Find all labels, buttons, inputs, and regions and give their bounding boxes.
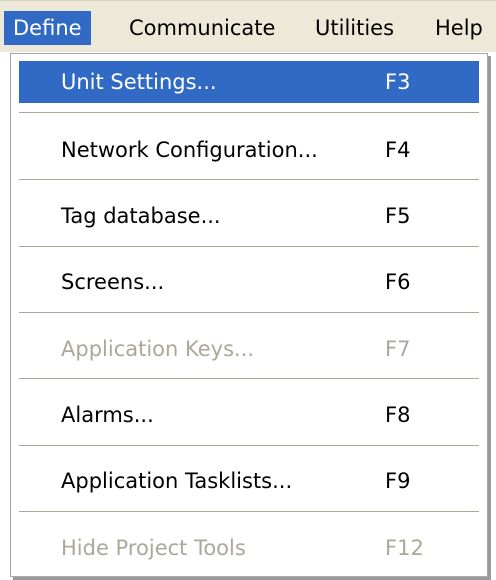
menu-help[interactable]: Help (426, 11, 492, 45)
menu-item-shortcut: F8 (385, 403, 411, 427)
menu-item-label: Unit Settings... (61, 70, 217, 94)
menu-item-hide-project-tools: Hide Project Tools F12 (19, 527, 479, 569)
menu-item-label: Application Keys... (61, 337, 255, 361)
menu-separator (19, 246, 479, 247)
define-dropdown-menu: Unit Settings... F3 Network Configuratio… (10, 53, 488, 577)
menu-separator (19, 511, 479, 512)
menu-item-shortcut: F12 (385, 536, 424, 560)
menu-item-network-configuration[interactable]: Network Configuration... F4 (19, 129, 479, 171)
menu-separator (19, 179, 479, 180)
menu-define[interactable]: Define (4, 11, 91, 45)
menu-item-application-tasklists[interactable]: Application Tasklists... F9 (19, 460, 479, 502)
menu-item-label: Screens... (61, 270, 165, 294)
menu-bar: Define Communicate Utilities Help (0, 0, 496, 52)
menu-separator (19, 378, 479, 379)
menu-item-shortcut: F4 (385, 138, 411, 162)
menu-item-label: Application Tasklists... (61, 469, 293, 493)
menu-item-shortcut: F9 (385, 469, 411, 493)
menu-item-label: Alarms... (61, 403, 154, 427)
menu-item-alarms[interactable]: Alarms... F8 (19, 394, 479, 436)
menu-communicate[interactable]: Communicate (120, 11, 284, 45)
menu-item-label: Network Configuration... (61, 138, 318, 162)
menu-item-screens[interactable]: Screens... F6 (19, 261, 479, 303)
menu-item-shortcut: F6 (385, 270, 411, 294)
menu-item-unit-settings[interactable]: Unit Settings... F3 (19, 61, 479, 103)
menu-item-shortcut: F5 (385, 204, 411, 228)
menu-item-tag-database[interactable]: Tag database... F5 (19, 195, 479, 237)
menu-separator (19, 312, 479, 313)
menu-item-application-keys: Application Keys... F7 (19, 328, 479, 370)
menu-item-label: Hide Project Tools (61, 536, 246, 560)
menu-utilities[interactable]: Utilities (306, 11, 403, 45)
menu-item-shortcut: F3 (385, 70, 411, 94)
menu-separator (19, 112, 479, 113)
menu-item-label: Tag database... (61, 204, 221, 228)
menu-separator (19, 445, 479, 446)
menu-item-shortcut: F7 (385, 337, 411, 361)
